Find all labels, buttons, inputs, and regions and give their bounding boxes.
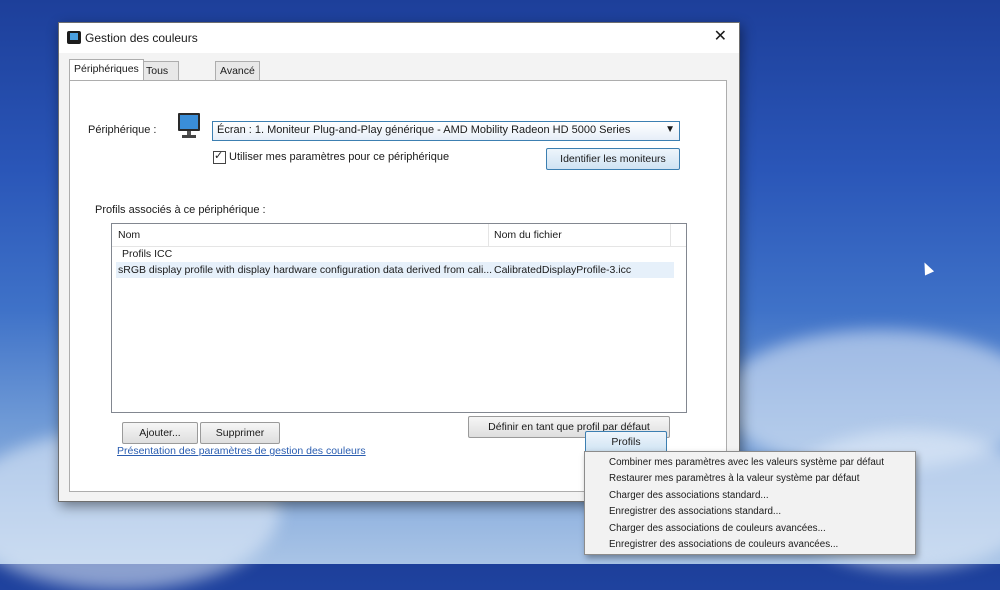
profiles-section-label: Profils associés à ce périphérique :	[95, 204, 266, 216]
menu-item-save-advanced[interactable]: Enregistrer des associations de couleurs…	[609, 539, 838, 550]
close-icon[interactable]: ✕	[714, 29, 727, 45]
column-header-filename[interactable]: Nom du fichier	[494, 229, 562, 241]
profiles-list[interactable]: Nom Nom du fichier Profils ICC sRGB disp…	[111, 223, 687, 413]
chevron-down-icon: ▼	[665, 124, 675, 135]
profiles-dropdown-menu: Combiner mes paramètres avec les valeurs…	[584, 451, 916, 555]
device-label: Périphérique :	[88, 124, 157, 136]
color-management-overview-link[interactable]: Présentation des paramètres de gestion d…	[117, 445, 366, 457]
profiles-button[interactable]: Profils	[585, 431, 667, 453]
menu-item-load-advanced[interactable]: Charger des associations de couleurs ava…	[609, 523, 826, 534]
remove-button[interactable]: Supprimer	[200, 422, 280, 444]
group-header-icc: Profils ICC	[122, 248, 173, 260]
table-row[interactable]: sRGB display profile with display hardwa…	[116, 262, 674, 278]
menu-item-restore-settings[interactable]: Restaurer mes paramètres à la valeur sys…	[609, 473, 859, 484]
device-select-value: Écran : 1. Moniteur Plug-and-Play généri…	[217, 124, 631, 136]
column-header-name[interactable]: Nom	[118, 229, 140, 241]
monitor-icon	[178, 113, 200, 138]
menu-item-load-standard[interactable]: Charger des associations standard...	[609, 490, 769, 501]
use-my-settings-checkbox[interactable]	[213, 149, 226, 164]
device-select[interactable]: Écran : 1. Moniteur Plug-and-Play généri…	[212, 121, 680, 141]
profile-file-cell: CalibratedDisplayProfile-3.icc	[494, 264, 632, 276]
column-divider[interactable]	[488, 224, 489, 246]
color-management-dialog: Gestion des couleurs ✕ Périphériques Tou…	[58, 22, 740, 502]
menu-item-save-standard[interactable]: Enregistrer des associations standard...	[609, 506, 781, 517]
menu-item-combine-settings[interactable]: Combiner mes paramètres avec les valeurs…	[609, 457, 884, 468]
use-my-settings-label: Utiliser mes paramètres pour ce périphér…	[229, 151, 450, 163]
column-divider[interactable]	[670, 224, 671, 246]
list-header: Nom Nom du fichier	[112, 224, 686, 247]
tab-all-profiles[interactable]: Tous les profils	[141, 61, 180, 113]
app-icon	[67, 31, 81, 44]
tab-advanced[interactable]: Avancé	[215, 61, 260, 80]
title-bar[interactable]: Gestion des couleurs ✕	[59, 23, 739, 53]
window-title: Gestion des couleurs	[85, 31, 198, 45]
mouse-cursor-icon	[919, 260, 935, 276]
tab-devices[interactable]: Périphériques	[69, 59, 144, 80]
add-button[interactable]: Ajouter...	[122, 422, 198, 444]
identify-monitors-button[interactable]: Identifier les moniteurs	[546, 148, 680, 170]
profile-name-cell: sRGB display profile with display hardwa…	[118, 264, 493, 276]
